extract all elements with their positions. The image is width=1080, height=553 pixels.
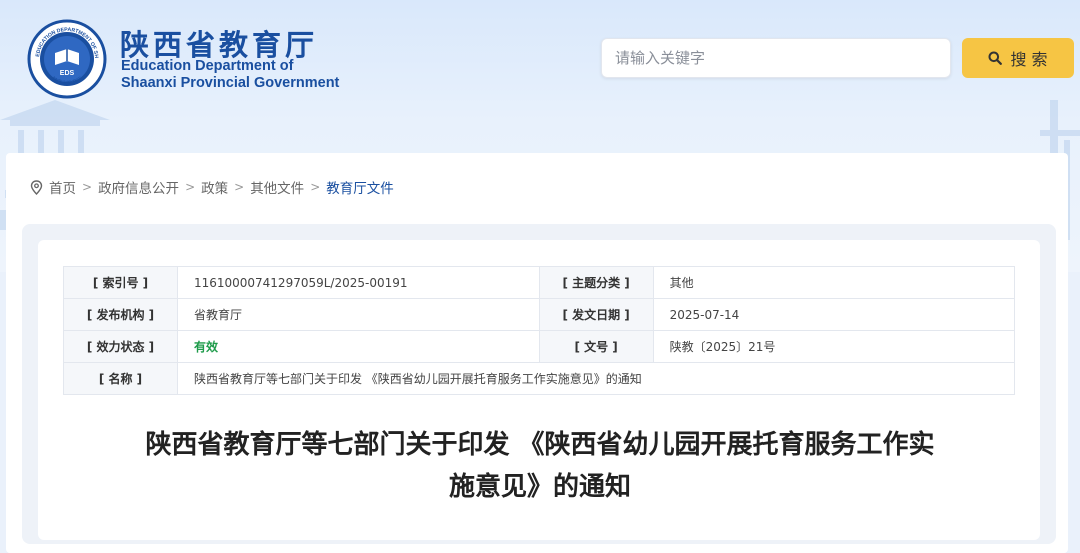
site-title-en-line1: Education Department of [121,58,294,74]
name-label: [ 名称 ] [63,362,178,395]
breadcrumb-separator: > [310,180,321,194]
index-value: 11610000741297059L/2025-00191 [176,266,540,299]
search-input[interactable] [601,38,951,78]
search-icon [988,51,1003,65]
status-label: [ 效力状态 ] [63,330,178,363]
svg-text:EDS: EDS [60,70,75,77]
site-title-en-line2: Shaanxi Provincial Government [121,75,340,91]
education-department-emblem[interactable]: EDS EDUCATION DEPARTMENT OF SHAANXI 陕西省教… [27,19,107,99]
status-value: 有效 [176,330,540,363]
publisher-label: [ 发布机构 ] [63,298,178,331]
location-pin-icon [30,179,43,195]
breadcrumb-other-docs[interactable]: 其他文件 [250,177,304,197]
breadcrumb-gov-info[interactable]: 政府信息公开 [98,177,179,197]
document-title: 陕西省教育厅等七部门关于印发 《陕西省幼儿园开展托育服务工作实 施意见》的通知 [90,424,990,508]
breadcrumb-policy[interactable]: 政策 [201,177,228,197]
search-button[interactable]: 搜 索 [962,38,1074,78]
name-value: 陕西省教育厅等七部门关于印发 《陕西省幼儿园开展托育服务工作实施意见》的通知 [176,362,1016,395]
table-row: [ 名称 ] 陕西省教育厅等七部门关于印发 《陕西省幼儿园开展托育服务工作实施意… [63,362,1016,395]
date-value: 2025-07-14 [652,298,1016,331]
docno-label: [ 文号 ] [538,330,654,363]
breadcrumb-current[interactable]: 教育厅文件 [326,177,394,197]
publisher-value: 省教育厅 [176,298,540,331]
table-row: [ 发布机构 ] 省教育厅 [ 发文日期 ] 2025-07-14 [63,298,1016,331]
table-row: [ 索引号 ] 11610000741297059L/2025-00191 [ … [63,266,1016,299]
date-label: [ 发文日期 ] [538,298,654,331]
table-row: [ 效力状态 ] 有效 [ 文号 ] 陕教〔2025〕21号 [63,330,1016,363]
document-title-line1: 陕西省教育厅等七部门关于印发 《陕西省幼儿园开展托育服务工作实 [145,430,935,460]
topic-value: 其他 [652,266,1016,299]
search-button-label: 搜 索 [1010,50,1048,69]
breadcrumb: 首页 > 政府信息公开 > 政策 > 其他文件 > 教育厅文件 [30,177,394,197]
index-label: [ 索引号 ] [63,266,178,299]
document-meta-table: [ 索引号 ] 11610000741297059L/2025-00191 [ … [63,266,1016,395]
docno-value: 陕教〔2025〕21号 [652,330,1016,363]
breadcrumb-home[interactable]: 首页 [49,177,76,197]
document-title-line2: 施意见》的通知 [448,472,631,502]
breadcrumb-separator: > [185,180,196,194]
topic-label: [ 主题分类 ] [538,266,654,299]
breadcrumb-separator: > [234,180,245,194]
breadcrumb-separator: > [82,180,93,194]
